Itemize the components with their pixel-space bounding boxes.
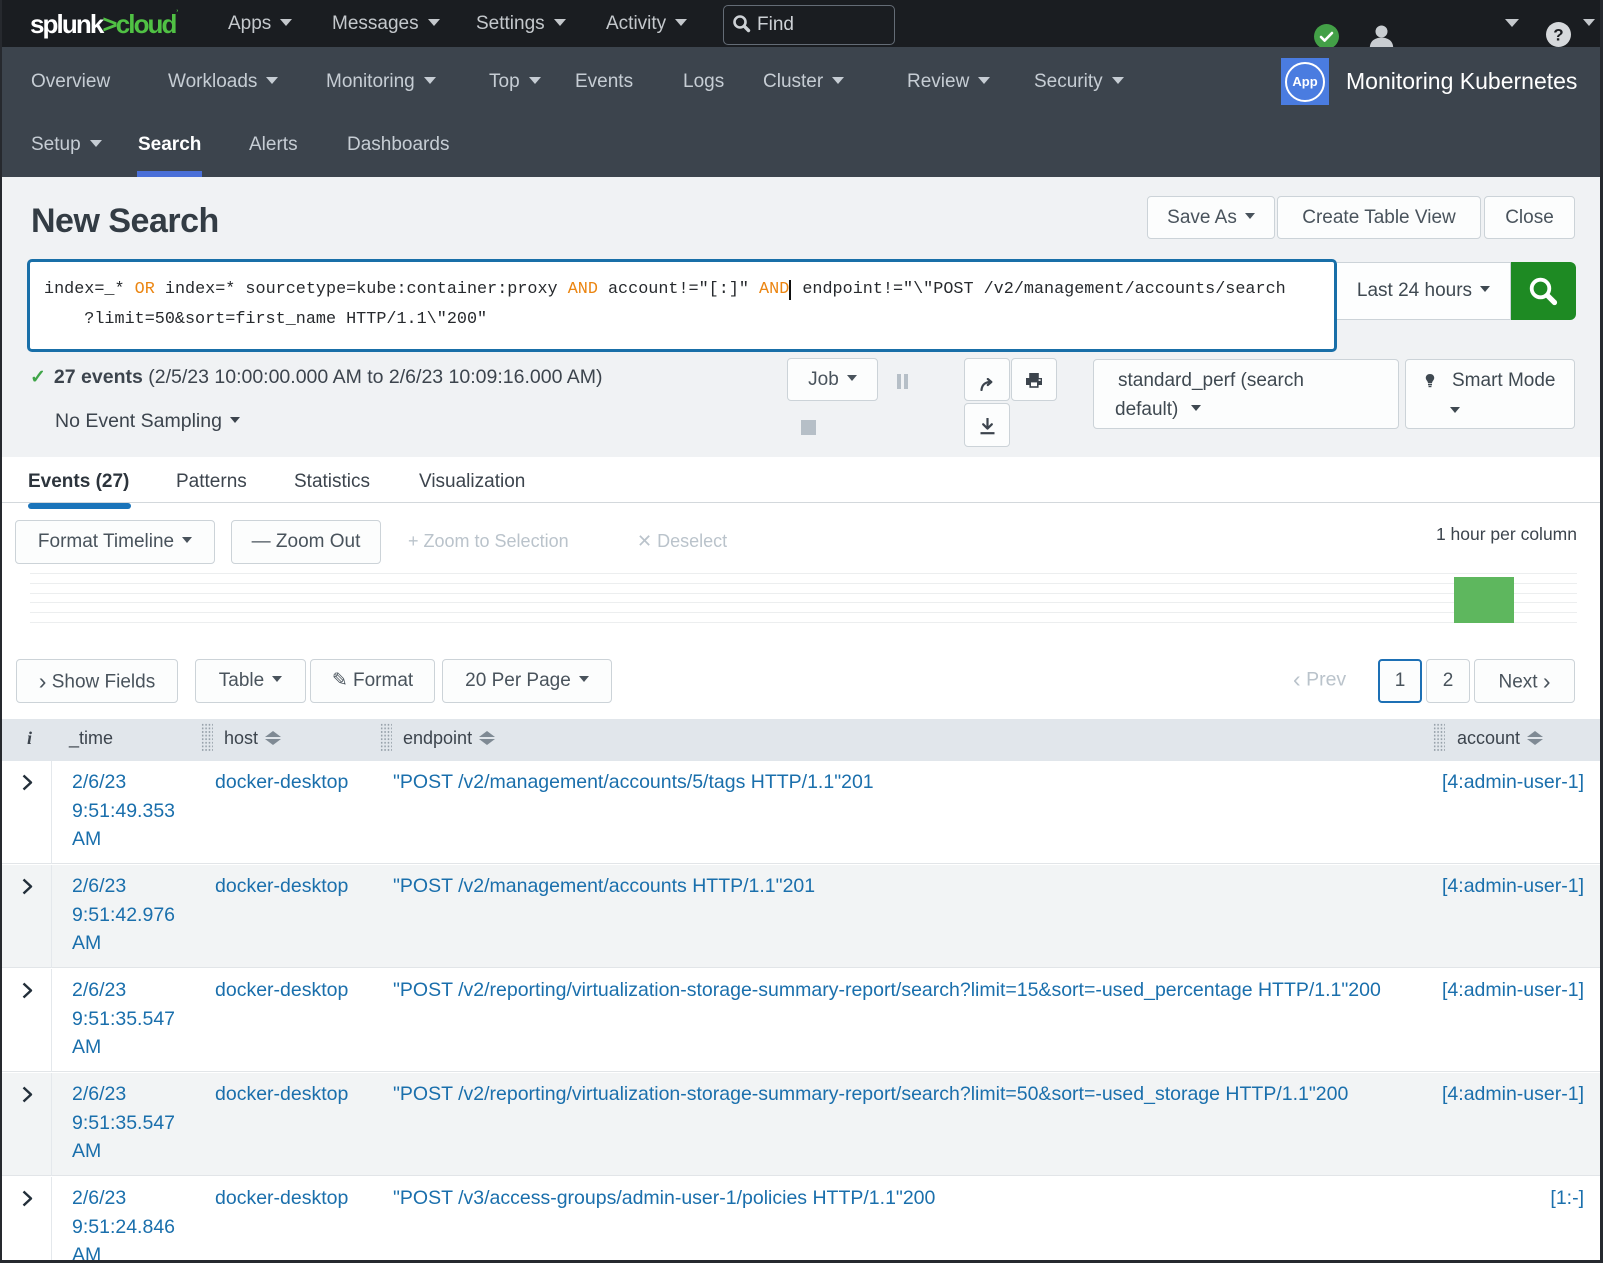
svg-text:?: ? [1553, 26, 1563, 45]
